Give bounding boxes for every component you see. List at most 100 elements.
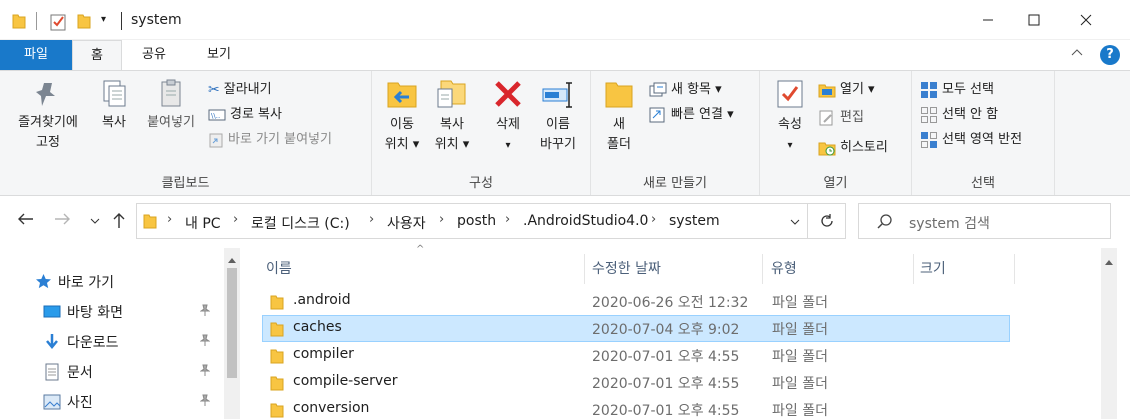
address-history-chevron-icon[interactable] xyxy=(789,217,801,232)
breadcrumb-local-disk[interactable]: 로컬 디스크 (C:) xyxy=(251,213,350,233)
breadcrumb-separator-icon[interactable]: › xyxy=(505,212,510,227)
group-organize: 이동 위치 ▾ 복사 위치 ▾ 삭제 ▾ 이름 바꾸기 구성 xyxy=(372,71,591,195)
navigation-pane-scrollbar[interactable] xyxy=(224,248,240,419)
refresh-icon xyxy=(820,214,833,227)
navigation-pane: 바로 가기 바탕 화면 다운로드 문서 사진 xyxy=(0,248,240,419)
table-row[interactable]: compiler 2020-07-01 오후 4:55 파일 폴더 xyxy=(262,342,1010,369)
move-to-label-line2: 위치 ▾ xyxy=(384,137,420,152)
pin-icon[interactable] xyxy=(199,334,211,350)
pin-icon[interactable] xyxy=(199,304,211,320)
scroll-up-icon[interactable] xyxy=(228,252,236,267)
back-arrow-icon[interactable] xyxy=(16,211,34,231)
cut-button[interactable]: ✂ 잘라내기 xyxy=(208,79,272,101)
column-divider[interactable] xyxy=(1014,254,1015,284)
help-icon[interactable]: ? xyxy=(1100,45,1120,65)
column-header-type[interactable]: 유형 xyxy=(761,254,913,284)
column-header-name[interactable]: 이름 xyxy=(256,254,584,284)
table-row[interactable]: conversion 2020-07-01 오후 4:55 파일 폴더 xyxy=(262,396,1010,419)
ribbon-tab-bar: 파일 홈 공유 보기 ? xyxy=(0,40,1130,71)
copy-path-button[interactable]: \\.. 경로 복사 xyxy=(208,104,282,126)
delete-dropdown-icon[interactable]: ▾ xyxy=(505,140,510,151)
forward-arrow-icon[interactable] xyxy=(54,211,72,231)
file-type: 파일 폴더 xyxy=(772,295,828,311)
file-list-scrollbar[interactable] xyxy=(1101,248,1117,419)
scroll-up-icon[interactable] xyxy=(1105,254,1113,269)
edit-label: 편집 xyxy=(840,110,864,125)
search-box[interactable]: system 검색 xyxy=(858,203,1111,239)
address-bar[interactable]: › 내 PC › 로컬 디스크 (C:) › 사용자 › posth › .An… xyxy=(136,203,808,239)
copy-to-label-line1: 복사 xyxy=(440,117,464,132)
refresh-button[interactable] xyxy=(808,203,846,239)
breadcrumb-users[interactable]: 사용자 xyxy=(387,213,426,233)
breadcrumb-separator-icon[interactable]: › xyxy=(167,212,172,227)
easy-access-button[interactable]: 빠른 연결 ▾ xyxy=(649,104,734,126)
rename-button[interactable]: 이름 바꾸기 xyxy=(532,77,584,155)
table-row[interactable]: caches 2020-07-04 오후 9:02 파일 폴더 xyxy=(262,315,1010,342)
properties-icon xyxy=(777,80,803,108)
pin-to-quick-access-button[interactable]: 즐겨찾기에 고정 xyxy=(6,77,90,153)
minimize-button[interactable] xyxy=(965,0,1011,40)
up-arrow-icon[interactable] xyxy=(112,211,126,233)
breadcrumb-separator-icon[interactable]: › xyxy=(233,212,238,227)
maximize-button[interactable] xyxy=(1011,0,1057,40)
nav-item-documents[interactable]: 문서 xyxy=(0,359,222,385)
edit-button[interactable]: 편집 xyxy=(818,107,864,129)
close-button[interactable] xyxy=(1063,0,1109,40)
tab-home[interactable]: 홈 xyxy=(72,40,122,71)
recent-locations-chevron-icon[interactable] xyxy=(89,212,101,231)
select-all-button[interactable]: 모두 선택 xyxy=(920,79,994,101)
open-button[interactable]: 열기 ▾ xyxy=(818,79,875,101)
history-button[interactable]: 히스토리 xyxy=(818,137,888,159)
copy-path-icon: \\.. xyxy=(208,109,226,121)
search-icon xyxy=(877,213,893,233)
new-folder-quick-icon[interactable] xyxy=(77,13,91,33)
nav-item-desktop[interactable]: 바탕 화면 xyxy=(0,299,222,325)
folder-icon xyxy=(270,294,284,314)
nav-item-downloads[interactable]: 다운로드 xyxy=(0,329,222,355)
pin-icon[interactable] xyxy=(199,364,211,380)
table-row[interactable]: compile-server 2020-07-01 오후 4:55 파일 폴더 xyxy=(262,369,1010,396)
properties-quick-icon[interactable] xyxy=(50,13,68,35)
tab-share[interactable]: 공유 xyxy=(126,40,182,70)
title-bar: ▾ system xyxy=(0,0,1130,40)
column-header-size[interactable]: 크기 xyxy=(910,254,1014,284)
new-group-label: 새로 만들기 xyxy=(643,176,707,191)
clipboard-group-label: 클립보드 xyxy=(161,176,210,191)
paste-button[interactable]: 붙여넣기 xyxy=(138,77,204,133)
column-header-date-modified[interactable]: 수정한 날짜 xyxy=(582,254,762,284)
file-name: caches xyxy=(293,319,342,335)
properties-button[interactable]: 속성 ▾ xyxy=(768,77,812,156)
paste-shortcut-button[interactable]: 바로 가기 붙여넣기 xyxy=(208,129,332,151)
new-item-button[interactable]: 새 항목 ▾ xyxy=(649,79,722,101)
select-none-button[interactable]: 선택 안 함 xyxy=(920,104,998,126)
move-to-button[interactable]: 이동 위치 ▾ xyxy=(378,77,426,155)
delete-button[interactable]: 삭제 ▾ xyxy=(486,77,530,156)
file-type: 파일 폴더 xyxy=(772,376,828,392)
scrollbar-thumb[interactable] xyxy=(227,268,237,378)
breadcrumb-system[interactable]: system xyxy=(669,213,720,229)
pin-icon[interactable] xyxy=(199,394,211,410)
nav-item-quick-access[interactable]: 바로 가기 xyxy=(0,269,222,295)
breadcrumb-separator-icon[interactable]: › xyxy=(439,212,444,227)
history-icon xyxy=(818,142,836,156)
properties-dropdown-icon[interactable]: ▾ xyxy=(787,140,792,151)
breadcrumb-separator-icon[interactable]: › xyxy=(369,212,374,227)
customize-quick-access-icon[interactable]: ▾ xyxy=(101,14,106,25)
nav-item-pictures[interactable]: 사진 xyxy=(0,389,222,415)
invert-selection-button[interactable]: 선택 영역 반전 xyxy=(920,129,1022,151)
breadcrumb-this-pc[interactable]: 내 PC xyxy=(185,213,221,233)
breadcrumb-posth[interactable]: posth xyxy=(457,213,496,229)
tab-view[interactable]: 보기 xyxy=(184,40,254,70)
tab-file[interactable]: 파일 xyxy=(0,40,72,70)
collapse-ribbon-icon[interactable] xyxy=(1070,46,1084,64)
desktop-icon xyxy=(43,305,61,323)
paste-shortcut-label: 바로 가기 붙여넣기 xyxy=(228,132,332,147)
copy-to-button[interactable]: 복사 위치 ▾ xyxy=(428,77,476,155)
copy-button[interactable]: 복사 xyxy=(92,77,136,133)
table-row[interactable]: .android 2020-06-26 오전 12:32 파일 폴더 xyxy=(262,288,1010,315)
new-folder-button[interactable]: 새 폴더 xyxy=(597,77,641,155)
breadcrumb-separator-icon[interactable]: › xyxy=(651,212,656,227)
nav-label: 문서 xyxy=(67,365,93,381)
new-folder-label-line1: 새 xyxy=(613,117,625,132)
breadcrumb-androidstudio[interactable]: .AndroidStudio4.0 xyxy=(523,213,648,229)
